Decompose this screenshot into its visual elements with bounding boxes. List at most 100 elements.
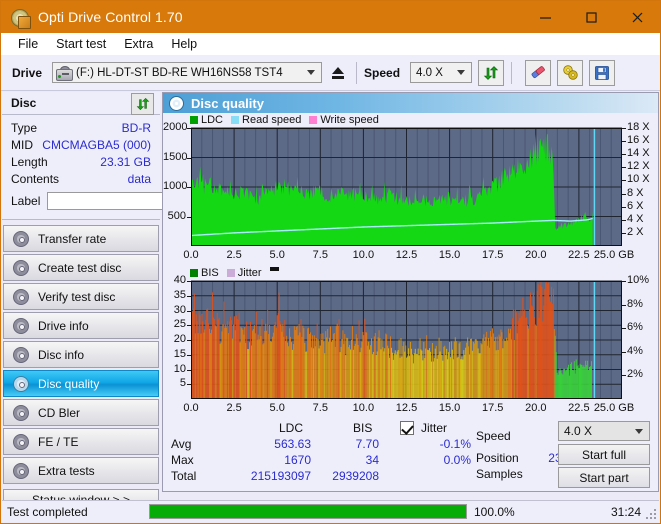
chevron-down-icon [635, 428, 643, 434]
erase-button[interactable] [525, 59, 552, 86]
disc-refresh-button[interactable] [131, 93, 154, 115]
sidebar-nav: Transfer rate Create test disc Verify te… [2, 225, 160, 511]
results-panel: LDC BIS Avg Max Total 563.63 1670 215193… [163, 419, 658, 491]
scale-marker-icon [269, 267, 279, 271]
results-col-ldc: LDC [279, 421, 304, 435]
sidebar-item-drive-info[interactable]: Drive info [3, 312, 159, 339]
y2-axis-tick: 2 X [627, 225, 644, 238]
bis-chart: 5 10 15 20 25 30 35 40 2% 4% 6% 8% 10% 0.0 2.5 5.0 7.5 10… [163, 274, 658, 417]
y-axis-tickmark [187, 369, 191, 371]
y2-axis-tick: 4 X [627, 212, 644, 225]
y-axis-tickmark [187, 325, 191, 327]
y2-axis-tick: 10 X [627, 173, 650, 186]
x-axis-tick: 25.0 GB [593, 249, 635, 261]
sidebar-item-label: FE / TE [38, 434, 79, 449]
start-part-button[interactable]: Start part [558, 467, 650, 488]
y2-axis-tickmark [622, 351, 626, 353]
status-bar: Test completed 100.0% 31:24 [2, 500, 659, 522]
y2-axis-tick: 8 X [627, 186, 644, 199]
speed-select[interactable]: 4.0 X [410, 62, 473, 83]
disc-quality-panel: Disc quality LDC Read speed Write speed … [162, 92, 659, 492]
sidebar-item-extra-tests[interactable]: Extra tests [3, 457, 159, 484]
y-axis-tickmark [187, 216, 191, 218]
legend-label-ldc: LDC [201, 113, 224, 126]
sidebar-item-create-test-disc[interactable]: Create test disc [3, 254, 159, 281]
application-window: Opti Drive Control 1.70 File Start test … [0, 0, 661, 524]
bis-chart-container: BIS Jitter 5 10 15 20 25 30 35 40 2% 4% 6% 8% 10% 0.0… [163, 266, 658, 417]
disc-row-contents: Contents data [2, 170, 160, 187]
app-icon [10, 7, 31, 29]
disc-mid-label: MID [11, 137, 33, 152]
bis-chart-legend: BIS Jitter [163, 266, 658, 279]
toolbar-divider-2 [511, 61, 513, 84]
samples-result-label: Samples [476, 467, 523, 481]
progress-bar [149, 504, 467, 519]
menu-file[interactable]: File [9, 35, 47, 53]
y-axis-tick: 2000 [163, 121, 188, 133]
minimize-icon[interactable] [522, 1, 568, 33]
legend-swatch-write-speed [309, 115, 318, 124]
status-message: Test completed [7, 504, 88, 519]
test-speed-select[interactable]: 4.0 X [558, 421, 650, 441]
ldc-chart: 500 1000 1500 2000 2 X4 X6 X8 X 10 X 12 X 14 X1… [163, 121, 658, 264]
y2-axis-tickmark [622, 328, 626, 330]
y2-axis-tickmark [622, 281, 626, 282]
menu-extra[interactable]: Extra [115, 35, 162, 53]
y-axis-tickmark [187, 187, 191, 188]
close-icon[interactable] [614, 1, 660, 33]
y-axis-tickmark [187, 128, 191, 129]
y2-axis-tickmark [622, 128, 626, 129]
sidebar-item-label: Verify test disc [38, 289, 116, 304]
y2-axis-tick: 14 X [627, 147, 650, 160]
y2-axis-tickmark [622, 232, 626, 234]
y2-axis-tickmark [622, 375, 626, 377]
disc-length-value: 23.31 GB [100, 154, 151, 169]
toolbar: Drive (F:) HL-DT-ST BD-RE WH16NS58 TST4 … [1, 55, 660, 91]
resize-grip[interactable] [645, 508, 656, 519]
y2-axis-tickmark [622, 167, 626, 169]
jitter-checkbox[interactable] [400, 421, 414, 435]
disc-label-row: Label [2, 189, 253, 213]
y2-axis-tickmark [622, 180, 626, 182]
sidebar-item-cd-bler[interactable]: CD Bler [3, 399, 159, 426]
jitter-avg-value: -0.1% [439, 437, 471, 451]
legend-swatch-ldc [190, 115, 198, 124]
y-axis-tickmark [187, 354, 191, 356]
disc-icon [13, 434, 30, 450]
sidebar-item-transfer-rate[interactable]: Transfer rate [3, 225, 159, 252]
refresh-button[interactable] [478, 59, 505, 86]
disc-icon [13, 463, 30, 479]
results-row-avg: Avg [171, 437, 192, 451]
title-bar: Opti Drive Control 1.70 [1, 1, 660, 33]
start-full-button[interactable]: Start full [558, 444, 650, 465]
sidebar-item-label: Transfer rate [38, 231, 107, 246]
drive-select[interactable]: (F:) HL-DT-ST BD-RE WH16NS58 TST4 [52, 62, 323, 83]
disc-row-type: Type BD-R [2, 119, 160, 136]
sidebar-item-disc-quality[interactable]: Disc quality [3, 370, 159, 397]
y2-axis-tick: 12 X [627, 160, 650, 173]
drive-icon [56, 65, 74, 81]
speed-label: Speed [364, 65, 401, 80]
disc-label-caption: Label [11, 194, 41, 208]
y-axis-tick: 5 [179, 377, 186, 390]
sidebar-item-fe-te[interactable]: FE / TE [3, 428, 159, 455]
disc-contents-label: Contents [11, 171, 60, 186]
menu-start-test[interactable]: Start test [47, 35, 115, 53]
sidebar-item-disc-info[interactable]: Disc info [3, 341, 159, 368]
y2-axis-tickmark [622, 141, 626, 143]
sidebar-item-verify-test-disc[interactable]: Verify test disc [3, 283, 159, 310]
drive-select-value: (F:) HL-DT-ST BD-RE WH16NS58 TST4 [76, 66, 283, 79]
y2-axis-tick: 6% [627, 321, 643, 334]
y2-axis-tickmark [622, 154, 626, 156]
y-axis-tick: 35 [173, 288, 186, 301]
max-bis-value: 34 [365, 453, 379, 467]
eject-button[interactable] [327, 61, 350, 84]
y2-axis-tick: 8% [627, 297, 643, 310]
menu-help[interactable]: Help [162, 35, 206, 53]
y2-axis-tickmark [622, 304, 626, 306]
results-row-max: Max [171, 453, 194, 467]
maximize-icon[interactable] [568, 1, 614, 33]
y-axis-tick: 25 [173, 318, 186, 331]
save-button[interactable] [589, 59, 616, 86]
disc-tools-button[interactable] [557, 59, 584, 86]
